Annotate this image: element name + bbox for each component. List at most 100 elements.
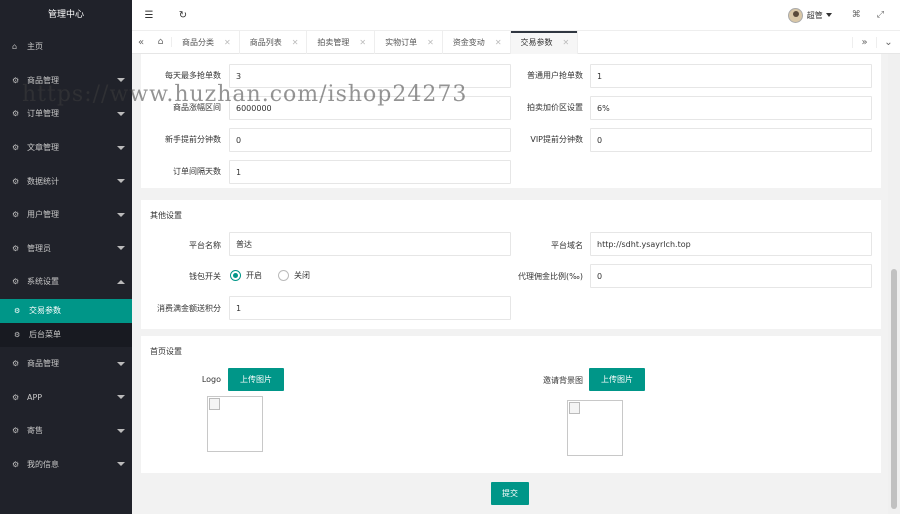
tab-label: 商品分类 <box>182 37 214 47</box>
field-label: VIP提前分钟数 <box>530 135 583 144</box>
tab-goods-list[interactable]: 商品列表 ✕ <box>240 30 308 54</box>
sidebar-nav: ⌂ 主页 ⚙ 商品管理 ⚙ 订单管理 ⚙ 文章管理 ⚙ 数据统计 ⚙ 用户管理 ⚙ 管理员 ⚙… <box>0 30 132 481</box>
chevron-down-icon <box>117 428 125 433</box>
field-label: 消费满金额送积分 <box>157 304 221 313</box>
menu-toggle-icon[interactable]: ☰ <box>132 10 166 21</box>
close-icon[interactable]: ✕ <box>359 38 366 47</box>
tabs-menu-icon[interactable]: ⌄ <box>876 36 900 48</box>
chevron-up-icon <box>117 279 125 284</box>
chevron-down-icon <box>117 212 125 217</box>
platform-domain-input[interactable]: http://sdht.ysayrlch.top <box>590 232 872 256</box>
avatar[interactable] <box>787 7 803 23</box>
radio-label: 关闭 <box>294 271 310 280</box>
radio-label: 开启 <box>246 271 262 280</box>
upload-logo-button[interactable]: 上传图片 <box>228 368 284 391</box>
auction-markup-input[interactable]: 6% <box>590 96 872 120</box>
close-icon[interactable]: ✕ <box>563 38 570 47</box>
scrollbar[interactable] <box>888 54 900 514</box>
sidebar-item-users[interactable]: ⚙ 用户管理 <box>0 198 132 232</box>
sidebar-item-consign[interactable]: ⚙ 寄售 <box>0 414 132 448</box>
chevron-down-icon[interactable] <box>825 13 832 17</box>
field-label: 邀请背景图 <box>543 376 583 385</box>
sidebar-item-label: 商品管理 <box>27 75 59 85</box>
sidebar-item-label: 管理员 <box>27 243 51 253</box>
price-range-input[interactable]: 6000000 <box>229 96 511 120</box>
sidebar-submenu: ⚙ 交易参数 ⚙ 后台菜单 <box>0 298 132 347</box>
tab-physical-orders[interactable]: 实物订单 ✕ <box>375 30 443 54</box>
wallet-off-radio[interactable]: 关闭 <box>278 270 310 281</box>
close-icon[interactable]: ✕ <box>495 38 502 47</box>
newbie-minutes-input[interactable]: 0 <box>229 128 511 152</box>
sidebar-item-label: APP <box>27 392 43 402</box>
sidebar-item-label: 订单管理 <box>27 109 59 119</box>
gear-icon: ⚙ <box>14 306 21 315</box>
chevron-down-icon <box>117 111 125 116</box>
sidebar-subitem-trade-params[interactable]: ⚙ 交易参数 <box>0 298 132 323</box>
radio-unchecked-icon <box>278 270 289 281</box>
field-label: 每天最多抢单数 <box>165 71 221 80</box>
normal-user-orders-input[interactable]: 1 <box>590 64 872 88</box>
submit-button[interactable]: 提交 <box>491 482 529 505</box>
sidebar-item-label: 交易参数 <box>29 306 61 316</box>
gear-icon: ⚙ <box>12 359 20 369</box>
tag-icon[interactable]: ⌘ <box>852 10 861 20</box>
main-content: 每天最多抢单数 3 普通用户抢单数 1 商品涨幅区间 6000000 拍卖加价区… <box>132 54 888 514</box>
sidebar-item-label: 寄售 <box>27 426 43 436</box>
tab-trade-params[interactable]: 交易参数 ✕ <box>510 30 579 54</box>
user-name[interactable]: 超管 <box>807 10 823 21</box>
section-title: 首页设置 <box>150 347 182 356</box>
order-interval-days-input[interactable]: 1 <box>229 160 511 184</box>
sidebar-item-goods[interactable]: ⚙ 商品管理 <box>0 64 132 98</box>
scrollbar-thumb[interactable] <box>891 269 897 509</box>
home-settings-card: 首页设置 Logo 上传图片 邀请背景图 上传图片 <box>141 336 881 473</box>
close-icon[interactable]: ✕ <box>224 38 231 47</box>
app-title: 管理中心 <box>47 10 84 20</box>
sidebar-item-app[interactable]: ⚙ APP <box>0 380 132 414</box>
sidebar-item-system[interactable]: ⚙ 系统设置 <box>0 265 132 299</box>
section-title: 其他设置 <box>150 211 182 220</box>
gear-icon: ⚙ <box>12 243 20 253</box>
close-icon[interactable]: ✕ <box>292 38 299 47</box>
gear-icon: ⚙ <box>12 392 20 402</box>
tab-fund-changes[interactable]: 资金变动 ✕ <box>443 30 511 54</box>
commission-input[interactable]: 0 <box>590 264 872 288</box>
sidebar-item-home[interactable]: ⌂ 主页 <box>0 30 132 64</box>
points-input[interactable]: 1 <box>229 296 511 320</box>
sidebar-item-articles[interactable]: ⚙ 文章管理 <box>0 131 132 165</box>
tabs-scroll-left-icon[interactable]: « <box>132 37 150 48</box>
max-daily-orders-input[interactable]: 3 <box>229 64 511 88</box>
refresh-icon[interactable]: ↻ <box>166 10 200 21</box>
gear-icon: ⚙ <box>12 426 20 436</box>
field-label: 平台名称 <box>189 241 221 250</box>
sidebar-item-orders[interactable]: ⚙ 订单管理 <box>0 97 132 131</box>
tab-auction[interactable]: 拍卖管理 ✕ <box>307 30 376 54</box>
sidebar-item-label: 文章管理 <box>27 143 59 153</box>
sidebar-item-admins[interactable]: ⚙ 管理员 <box>0 232 132 266</box>
tabs-scroll-right-icon[interactable]: » <box>852 36 876 48</box>
home-icon: ⌂ <box>12 42 18 52</box>
sidebar-item-label: 商品管理 <box>27 359 59 369</box>
vip-minutes-input[interactable]: 0 <box>590 128 872 152</box>
tab-goods-category[interactable]: 商品分类 ✕ <box>172 30 240 54</box>
chevron-down-icon <box>117 246 125 251</box>
tab-home-icon[interactable]: ⌂ <box>150 37 172 47</box>
logo-preview-image <box>207 396 263 452</box>
sidebar-item-stats[interactable]: ⚙ 数据统计 <box>0 164 132 198</box>
field-label: 拍卖加价区设置 <box>527 103 583 112</box>
gear-icon: ⚙ <box>12 459 20 469</box>
radio-checked-icon <box>230 270 241 281</box>
sidebar-item-label: 主页 <box>27 42 43 52</box>
chevron-down-icon <box>117 179 125 184</box>
top-bar: ☰ ↻ 超管 ⌘ ⤢ <box>132 0 900 30</box>
upload-invite-bg-button[interactable]: 上传图片 <box>589 368 645 391</box>
sidebar-item-goods-2[interactable]: ⚙ 商品管理 <box>0 347 132 381</box>
sidebar-item-label: 数据统计 <box>27 176 59 186</box>
fullscreen-icon[interactable]: ⤢ <box>877 10 884 20</box>
sidebar-subitem-admin-menu[interactable]: ⚙ 后台菜单 <box>0 323 132 347</box>
sidebar-item-my-info[interactable]: ⚙ 我的信息 <box>0 448 132 482</box>
platform-name-input[interactable]: 普达 <box>229 232 511 256</box>
close-icon[interactable]: ✕ <box>427 38 434 47</box>
wallet-on-radio[interactable]: 开启 <box>230 270 262 281</box>
field-label: 普通用户抢单数 <box>527 71 583 80</box>
tab-label: 拍卖管理 <box>317 37 350 47</box>
